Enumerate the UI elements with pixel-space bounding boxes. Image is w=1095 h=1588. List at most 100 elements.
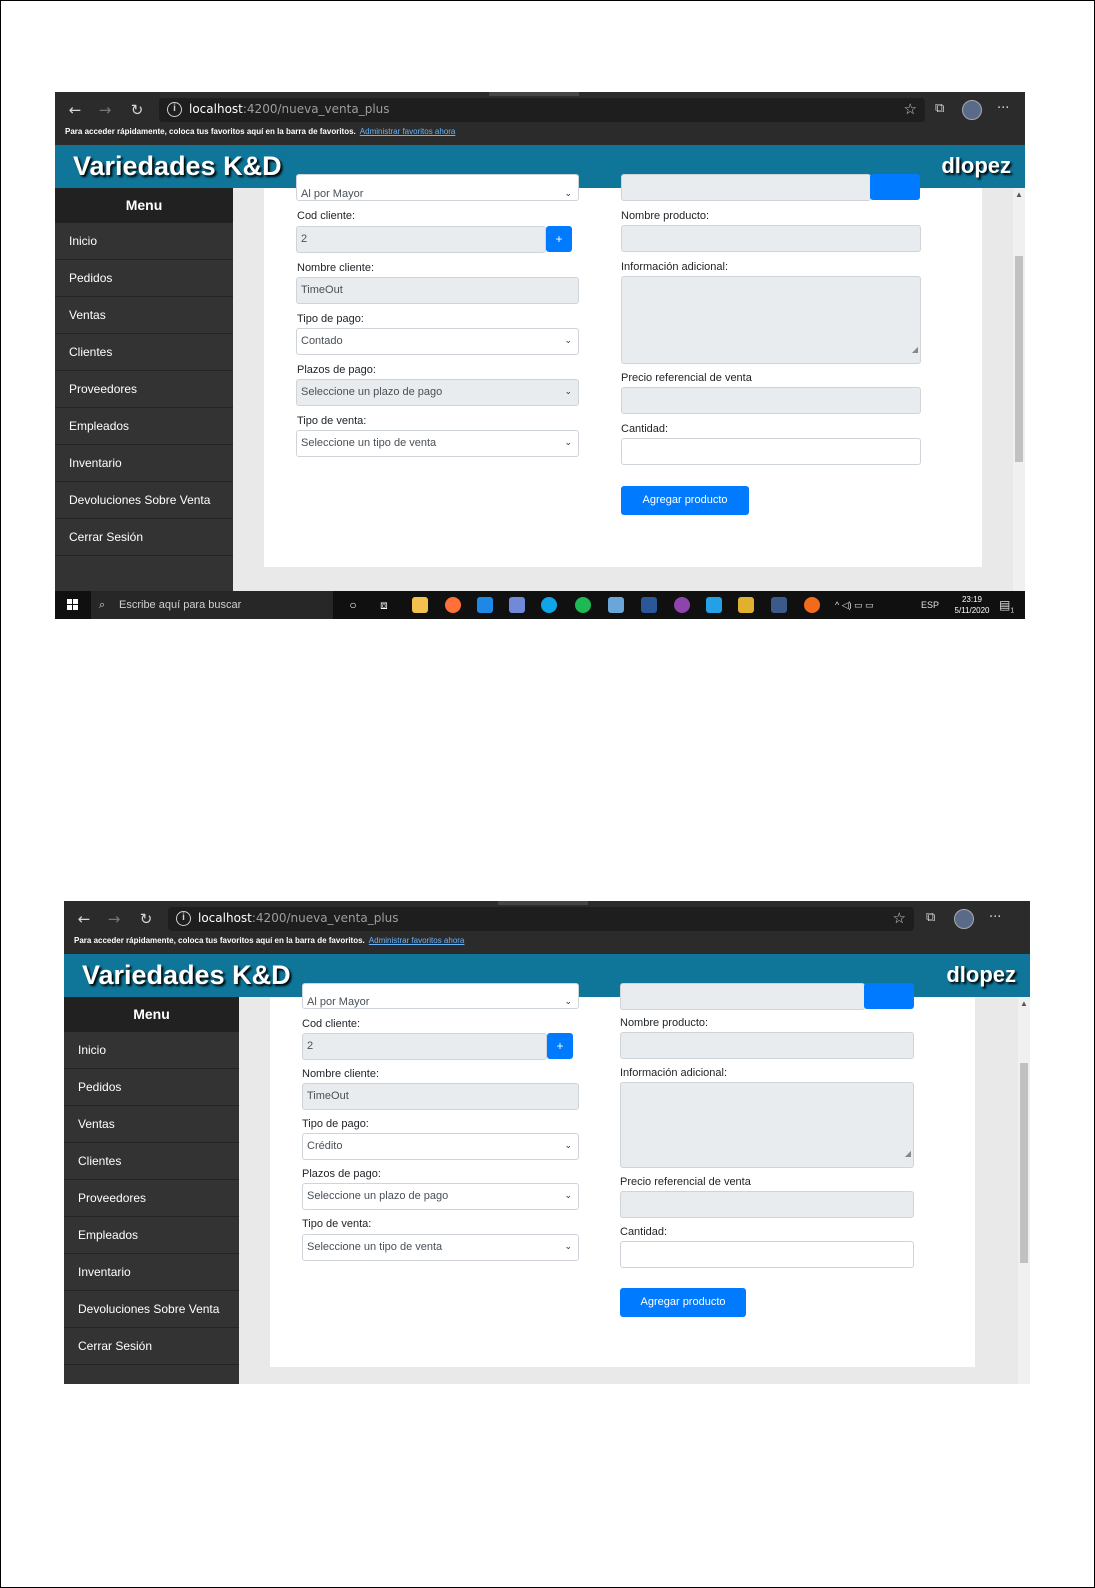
sidebar-item-proveedores[interactable]: Proveedores [64,1180,239,1217]
tipo-cliente-select[interactable]: Al por Mayor ⌄ [296,174,579,201]
add-client-button[interactable]: + [547,1033,573,1059]
info-icon[interactable]: i [167,102,182,117]
nombre-cliente-field[interactable]: TimeOut [302,1083,579,1110]
scrollbar[interactable]: ▲ [1018,997,1030,1384]
github-desktop-icon[interactable] [674,597,690,613]
sidebar-item-devoluciones[interactable]: Devoluciones Sobre Venta [64,1291,239,1328]
scroll-thumb[interactable] [1015,256,1023,462]
sidebar-item-inicio[interactable]: Inicio [55,223,233,260]
address-bar[interactable]: i localhost:4200/nueva_venta_plus ☆ [168,907,914,931]
sidebar-item-proveedores[interactable]: Proveedores [55,371,233,408]
nombre-producto-field[interactable] [621,225,921,252]
mail-icon[interactable] [477,597,493,613]
favorite-star-icon[interactable]: ☆ [893,909,906,927]
mysql-workbench-icon[interactable] [771,597,787,613]
more-options-icon[interactable]: ··· [989,910,1001,925]
language-indicator[interactable]: ESP [921,591,939,619]
more-options-icon[interactable]: ··· [997,101,1009,116]
tipo-venta-select[interactable]: Seleccione un tipo de venta ⌄ [302,1234,579,1261]
cod-cliente-field[interactable]: 2 [296,226,546,253]
info-adicional-textarea[interactable]: ◢ [621,276,921,364]
url-text[interactable]: localhost:4200/nueva_venta_plus [198,911,399,925]
sidebar-item-empleados[interactable]: Empleados [55,408,233,445]
spotify-icon[interactable] [575,597,591,613]
cantidad-input[interactable] [621,438,921,465]
tipo-venta-select[interactable]: Seleccione un tipo de venta ⌄ [296,430,579,457]
refresh-icon[interactable]: ↻ [127,100,147,120]
sidebar-item-pedidos[interactable]: Pedidos [55,260,233,297]
scrollbar[interactable]: ▲ [1013,188,1025,619]
system-tray-icons[interactable]: ^ ◁) ▭ ▭ [835,591,874,619]
cod-producto-field[interactable] [621,174,871,201]
sidebar-item-pedidos[interactable]: Pedidos [64,1069,239,1106]
file-explorer-icon[interactable] [412,597,428,613]
taskbar-search[interactable]: ⌕ Escribe aquí para buscar [91,591,333,619]
sidebar-item-empleados[interactable]: Empleados [64,1217,239,1254]
sidebar-item-inventario[interactable]: Inventario [55,445,233,482]
sidebar-item-ventas[interactable]: Ventas [64,1106,239,1143]
sidebar-item-clientes[interactable]: Clientes [55,334,233,371]
refresh-icon[interactable]: ↻ [136,909,156,929]
favorite-star-icon[interactable]: ☆ [904,100,917,118]
edge-icon[interactable] [541,597,557,613]
cod-cliente-field[interactable]: 2 [302,1033,547,1060]
precio-field[interactable] [621,387,921,414]
cod-producto-field[interactable] [620,983,865,1010]
cantidad-input[interactable] [620,1241,914,1268]
task-view-icon[interactable]: ⧈ [376,597,392,613]
search-product-button[interactable] [870,174,920,200]
notifications-icon[interactable]: ▤1 [999,591,1014,619]
info-icon[interactable]: i [176,911,191,926]
postman-icon[interactable] [804,597,820,613]
profile-avatar[interactable] [954,909,974,929]
sidebar-item-devoluciones[interactable]: Devoluciones Sobre Venta [55,482,233,519]
tipo-cliente-select[interactable]: Al por Mayor ⌄ [302,983,579,1009]
manage-favorites-link[interactable]: Administrar favoritos ahora [360,127,456,136]
tipo-pago-select[interactable]: Contado ⌄ [296,328,579,355]
sidebar-item-ventas[interactable]: Ventas [55,297,233,334]
tipo-pago-select[interactable]: Crédito ⌄ [302,1133,579,1160]
resize-handle-icon[interactable]: ◢ [905,1141,911,1166]
firefox-icon[interactable] [445,597,461,613]
brand-title[interactable]: Variedades K&D [73,151,282,182]
discord-icon[interactable] [509,597,525,613]
sidebar-item-cerrar-sesion[interactable]: Cerrar Sesión [64,1328,239,1365]
brand-title[interactable]: Variedades K&D [82,960,291,991]
word-icon[interactable] [641,597,657,613]
cortana-icon[interactable]: ○ [345,597,361,613]
plazos-pago-select[interactable]: Seleccione un plazo de pago ⌄ [302,1183,579,1210]
add-client-button[interactable]: + [546,226,572,252]
info-adicional-textarea[interactable]: ◢ [620,1082,914,1168]
plazos-pago-select[interactable]: Seleccione un plazo de pago ⌄ [296,379,579,406]
forward-icon[interactable]: → [95,100,115,120]
url-text[interactable]: localhost:4200/nueva_venta_plus [189,102,390,116]
collections-icon[interactable]: ⧉ [926,910,935,925]
forward-icon[interactable]: → [104,909,124,929]
sidebar-item-inventario[interactable]: Inventario [64,1254,239,1291]
address-bar[interactable]: i localhost:4200/nueva_venta_plus ☆ [159,98,925,122]
back-icon[interactable]: ← [74,909,94,929]
collections-icon[interactable]: ⧉ [935,101,944,116]
git-icon[interactable] [738,597,754,613]
windows-start-icon[interactable] [67,599,79,611]
search-product-button[interactable] [864,983,914,1009]
scroll-thumb[interactable] [1020,1063,1028,1263]
taskbar-clock[interactable]: 23:19 5/11/2020 [951,594,993,616]
username[interactable]: dlopez [946,962,1016,988]
back-icon[interactable]: ← [65,100,85,120]
agregar-producto-button[interactable]: Agregar producto [620,1288,746,1317]
nombre-cliente-field[interactable]: TimeOut [296,277,579,304]
sidebar-item-clientes[interactable]: Clientes [64,1143,239,1180]
scroll-up-icon[interactable]: ▲ [1015,190,1023,199]
sidebar-item-cerrar-sesion[interactable]: Cerrar Sesión [55,519,233,556]
precio-field[interactable] [620,1191,914,1218]
agregar-producto-button[interactable]: Agregar producto [621,486,749,515]
resize-handle-icon[interactable]: ◢ [912,337,918,362]
manage-favorites-link[interactable]: Administrar favoritos ahora [369,936,465,945]
vscode-icon[interactable] [706,597,722,613]
sidebar-item-inicio[interactable]: Inicio [64,1032,239,1069]
nombre-producto-field[interactable] [620,1032,914,1059]
notes-icon[interactable] [608,597,624,613]
username[interactable]: dlopez [941,153,1011,179]
scroll-up-icon[interactable]: ▲ [1020,999,1028,1008]
